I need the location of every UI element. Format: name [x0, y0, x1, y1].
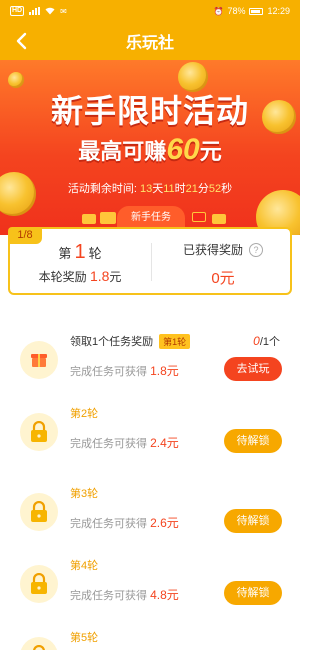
round-reward-value: 1.8	[89, 268, 110, 284]
status-right: ⏰ 78% 12:29	[213, 6, 290, 16]
countdown-hours-unit: 时	[174, 183, 186, 195]
task-reward-value: 2.6元	[150, 516, 179, 530]
gift-decoration	[100, 212, 116, 224]
alarm-icon: ⏰	[213, 6, 224, 16]
lock-icon	[20, 565, 58, 603]
lock-icon	[20, 493, 58, 531]
battery-percent: 78%	[227, 6, 246, 16]
earned-label: 已获得奖励	[182, 243, 243, 257]
locked-button[interactable]: 待解锁	[224, 581, 282, 605]
question-circle-icon[interactable]: ?	[249, 242, 263, 257]
banner-subtitle: 最高可赚60元	[0, 133, 300, 167]
round-reward-label: 本轮奖励	[38, 270, 87, 284]
earned-title: 已获得奖励 ?	[183, 241, 263, 258]
task-item: 第2轮 完成任务可获得 2.4元 待解锁	[0, 399, 300, 469]
task-item: 第5轮	[0, 623, 300, 650]
countdown-timer: 活动剩余时间: 13天11时21分52秒	[0, 180, 300, 196]
banner-sub-amount: 60	[166, 133, 200, 166]
task-reward: 完成任务可获得 1.8元	[70, 362, 179, 379]
task-progress-total: /1个	[259, 336, 280, 348]
hd-badge: HD	[10, 6, 25, 16]
countdown-seconds: 52	[208, 183, 222, 195]
task-name: 第2轮	[70, 408, 99, 420]
status-left: HD ✉	[10, 6, 67, 16]
task-reward: 完成任务可获得 4.8元	[70, 586, 179, 603]
wifi-icon	[45, 7, 55, 15]
earned-value: 0元	[211, 270, 235, 287]
task-reward: 完成任务可获得 2.6元	[70, 514, 179, 531]
countdown-minutes-unit: 分	[197, 183, 209, 195]
task-name-text: 领取1个任务奖励	[70, 336, 154, 348]
nav-bar: 乐玩社	[0, 22, 300, 60]
countdown-hours: 11	[163, 183, 175, 195]
divider	[151, 243, 152, 281]
task-name: 第3轮	[70, 488, 99, 500]
locked-button[interactable]: 待解锁	[224, 509, 282, 533]
status-bar: HD ✉ ⏰ 78% 12:29	[0, 0, 300, 22]
notification-icon: ✉	[60, 6, 67, 16]
task-reward-label: 完成任务可获得	[70, 438, 147, 450]
countdown-seconds-unit: 秒	[221, 183, 233, 195]
promo-banner: 新手限时活动 最高可赚60元 活动剩余时间: 13天11时21分52秒 新手任务	[0, 60, 300, 235]
task-reward-label: 完成任务可获得	[70, 366, 147, 378]
chevron-left-icon[interactable]	[12, 31, 32, 51]
lock-icon	[20, 637, 58, 650]
task-item: 领取1个任务奖励 第1轮 0/1个 完成任务可获得 1.8元 去试玩	[0, 327, 300, 397]
task-reward-value: 4.8元	[150, 588, 179, 602]
round-chip: 第1轮	[159, 334, 191, 349]
lock-icon	[20, 413, 58, 451]
round-prefix: 第	[58, 246, 72, 261]
envelope-decoration	[192, 212, 206, 222]
round-card: 1/8 第1轮 本轮奖励 1.8元 已获得奖励 ? 0元	[8, 227, 292, 295]
task-item: 第3轮 完成任务可获得 2.6元 待解锁	[0, 479, 300, 549]
task-progress-current: 0	[253, 334, 260, 348]
signal-icon	[29, 7, 41, 15]
page-title: 乐玩社	[125, 35, 174, 52]
task-reward: 完成任务可获得 2.4元	[70, 434, 179, 451]
banner-sub-prefix: 最高可赚	[78, 139, 167, 164]
gift-decoration	[82, 214, 96, 224]
gift-box-icon	[20, 341, 58, 379]
countdown-label: 活动剩余时间:	[67, 183, 137, 195]
countdown-days-unit: 天	[152, 183, 164, 195]
locked-button[interactable]: 待解锁	[224, 429, 282, 453]
banner-title: 新手限时活动	[50, 93, 249, 129]
round-number: 1	[74, 241, 86, 263]
earned-reward-info: 已获得奖励 ? 0元	[154, 241, 292, 288]
task-reward-value: 2.4元	[150, 436, 179, 450]
banner-sub-unit: 元	[199, 139, 222, 164]
task-name: 第4轮	[70, 560, 99, 572]
task-reward-label: 完成任务可获得	[70, 518, 147, 530]
task-progress: 0/1个	[253, 333, 280, 349]
countdown-minutes: 21	[185, 183, 198, 195]
countdown-days: 13	[139, 183, 153, 195]
round-suffix: 轮	[88, 246, 102, 261]
clock: 12:29	[267, 6, 290, 16]
task-reward-label: 完成任务可获得	[70, 590, 147, 602]
current-round-info: 第1轮 本轮奖励 1.8元	[10, 241, 150, 285]
task-name: 领取1个任务奖励 第1轮	[70, 333, 191, 349]
round-reward-unit: 元	[109, 270, 122, 284]
task-reward-value: 1.8元	[150, 364, 179, 378]
gift-decoration	[212, 214, 226, 224]
battery-icon	[249, 7, 264, 15]
current-round: 第1轮	[10, 241, 150, 264]
round-reward: 本轮奖励 1.8元	[10, 268, 150, 285]
task-name: 第5轮	[70, 632, 99, 644]
try-play-button[interactable]: 去试玩	[224, 357, 282, 381]
task-item: 第4轮 完成任务可获得 4.8元 待解锁	[0, 551, 300, 621]
